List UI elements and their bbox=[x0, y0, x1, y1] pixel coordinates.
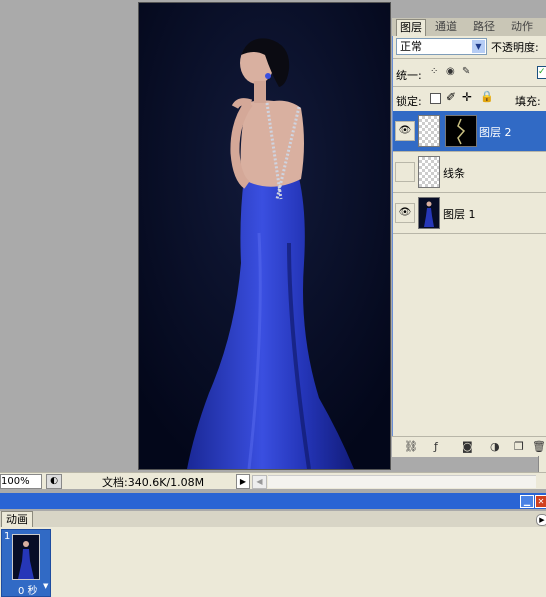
layer-row-lines[interactable]: 线条 bbox=[393, 152, 546, 193]
chevron-down-icon: ▼ bbox=[472, 40, 485, 53]
status-bar: 100% ◐ 文档:340.6K/1.08M ▶ ◀ bbox=[0, 472, 546, 489]
animation-panel-body bbox=[0, 527, 546, 597]
frame-photo-icon bbox=[18, 541, 34, 579]
blend-mode-select[interactable]: 正常 ▼ bbox=[396, 38, 487, 55]
tab-animation[interactable]: 动画 bbox=[1, 511, 33, 527]
panel-menu-icon[interactable]: ▶ bbox=[536, 514, 546, 526]
opacity-label: 不透明度: bbox=[491, 41, 539, 54]
panel-scroll-stub bbox=[538, 456, 546, 472]
animation-panel-titlebar: ▁ ✕ bbox=[0, 493, 546, 509]
zoom-field[interactable]: 100% bbox=[0, 474, 42, 489]
layer-thumbnail bbox=[418, 115, 440, 147]
horizontal-scrollbar[interactable] bbox=[268, 475, 536, 488]
tab-actions[interactable]: 动作 bbox=[508, 19, 536, 35]
tab-channels[interactable]: 通道 bbox=[432, 19, 460, 35]
eye-hidden-icon[interactable] bbox=[395, 162, 415, 182]
unify-label: 统一: bbox=[396, 69, 422, 82]
blend-mode-value: 正常 bbox=[400, 40, 422, 53]
frame-number: 1 bbox=[4, 531, 11, 542]
propagate-frame-checkbox[interactable]: ✓ bbox=[537, 66, 546, 79]
delete-layer-icon[interactable]: 🗑 bbox=[532, 440, 546, 453]
adjustment-layer-icon[interactable]: ◑ bbox=[490, 440, 500, 453]
layers-panel-toolbar: ⛓ ƒ ◙ ◑ ❐ 🗑 bbox=[392, 436, 546, 457]
document-canvas[interactable] bbox=[138, 2, 391, 470]
animation-panel-tabbar: 动画 ▶ bbox=[0, 511, 546, 527]
frame-delay[interactable]: 0 秒 bbox=[18, 582, 38, 597]
fill-label: 填充: bbox=[515, 95, 541, 108]
line-pattern-icon bbox=[457, 118, 466, 145]
tab-paths[interactable]: 路径 bbox=[470, 19, 498, 35]
unify-visibility-icon[interactable]: ◉ bbox=[446, 66, 455, 77]
layer-name: 图层 2 bbox=[479, 126, 512, 139]
document-size-label: 文档:340.6K/1.08M bbox=[102, 476, 205, 489]
lock-all-icon[interactable]: 🔒 bbox=[480, 90, 494, 103]
layers-panel-tabbar: 图层 通道 路径 动作 bbox=[392, 18, 546, 36]
unify-style-icon[interactable]: ✎ bbox=[462, 66, 470, 77]
photo-woman-blue-gown bbox=[139, 3, 390, 469]
photo-thumbnail-icon bbox=[424, 201, 434, 227]
scroll-left-icon[interactable]: ◀ bbox=[252, 475, 267, 489]
eye-icon[interactable]: 👁 bbox=[395, 121, 415, 141]
eye-icon[interactable]: 👁 bbox=[395, 203, 415, 223]
layer-style-icon[interactable]: ƒ bbox=[434, 440, 438, 453]
unify-position-icon[interactable]: ⁘ bbox=[430, 66, 438, 77]
layer-row-layer-1[interactable]: 👁 图层 1 bbox=[393, 193, 546, 234]
layer-mask-icon[interactable]: ◙ bbox=[462, 440, 473, 453]
layer-name: 图层 1 bbox=[443, 208, 476, 221]
frame-thumbnail bbox=[12, 534, 40, 580]
minimize-icon[interactable]: ▁ bbox=[520, 495, 534, 508]
layers-panel bbox=[392, 18, 546, 456]
link-layers-icon[interactable]: ⛓ bbox=[404, 440, 418, 453]
tab-layers[interactable]: 图层 bbox=[396, 19, 426, 36]
lock-label: 锁定: bbox=[396, 95, 422, 108]
lock-paint-icon[interactable]: ✐ bbox=[446, 90, 456, 104]
layer-mask-thumbnail bbox=[445, 115, 477, 147]
new-layer-icon[interactable]: ❐ bbox=[514, 440, 524, 453]
lock-move-icon[interactable]: ✛ bbox=[462, 90, 472, 104]
close-icon[interactable]: ✕ bbox=[535, 495, 546, 508]
animation-frame[interactable]: 1 0 秒 ▼ bbox=[1, 529, 51, 597]
layer-row-layer-2[interactable]: 👁 图层 2 bbox=[393, 111, 546, 152]
layer-thumbnail bbox=[418, 156, 440, 188]
lock-transparency-icon[interactable] bbox=[430, 93, 441, 104]
layer-name: 线条 bbox=[443, 167, 465, 180]
layer-thumbnail bbox=[418, 197, 440, 229]
frame-delay-dropdown-icon[interactable]: ▼ bbox=[43, 582, 48, 590]
status-arrow-icon[interactable]: ▶ bbox=[236, 474, 250, 489]
status-menu-icon[interactable]: ◐ bbox=[46, 474, 62, 489]
